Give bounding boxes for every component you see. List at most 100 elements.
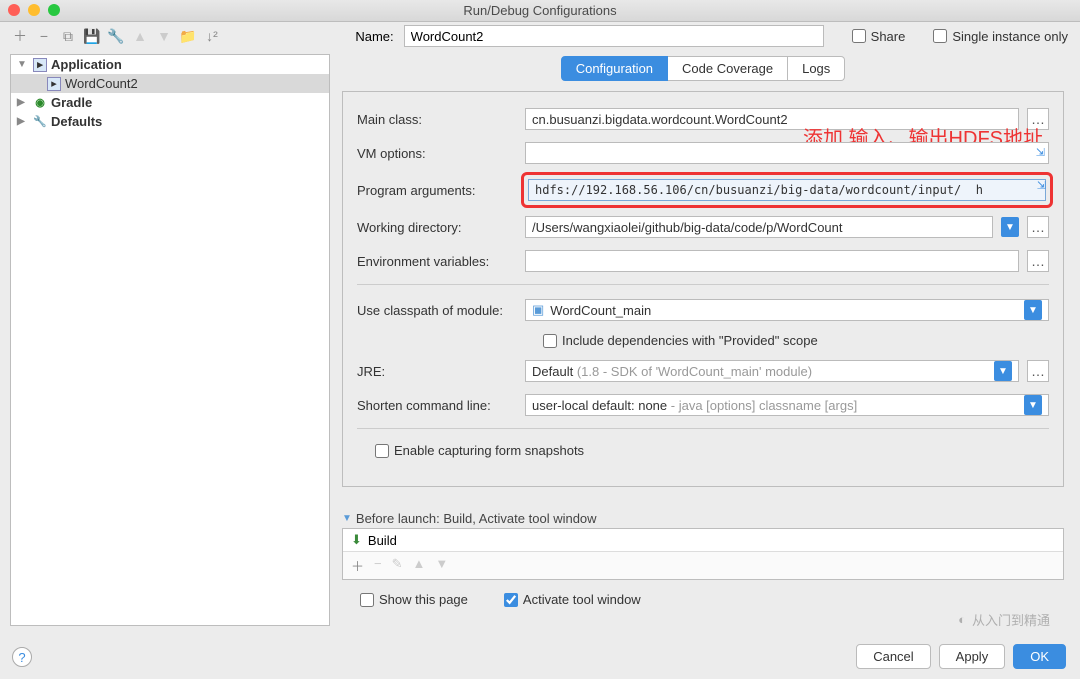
- chevron-right-icon: ▶: [17, 97, 29, 108]
- down-icon[interactable]: ▼: [156, 28, 172, 44]
- include-provided-input[interactable]: [543, 334, 557, 348]
- env-vars-input[interactable]: [525, 250, 1019, 272]
- titlebar: Run/Debug Configurations: [0, 0, 1080, 22]
- edit-icon[interactable]: ✎: [392, 556, 403, 575]
- tab-configuration[interactable]: Configuration: [561, 56, 668, 81]
- app-icon: ▸: [47, 77, 61, 91]
- traffic-lights: [8, 4, 60, 16]
- before-launch-section: ▼ Before launch: Build, Activate tool wi…: [342, 511, 1064, 607]
- jre-select[interactable]: Default (1.8 - SDK of 'WordCount_main' m…: [525, 360, 1019, 382]
- module-icon: ▣: [532, 302, 544, 318]
- save-icon[interactable]: 💾: [84, 28, 100, 44]
- dropdown-icon[interactable]: ▼: [994, 361, 1012, 381]
- browse-button[interactable]: …: [1027, 108, 1049, 130]
- jre-label: JRE:: [357, 364, 517, 379]
- enable-snapshots-input[interactable]: [375, 444, 389, 458]
- before-launch-list[interactable]: ⬇︎ Build ＋ − ✎ ▲ ▼: [342, 528, 1064, 580]
- shorten-select[interactable]: user-local default: none - java [options…: [525, 394, 1049, 416]
- apply-button[interactable]: Apply: [939, 644, 1006, 669]
- show-page-checkbox[interactable]: Show this page: [360, 592, 468, 607]
- app-icon: ▸: [33, 58, 47, 72]
- list-item[interactable]: ⬇︎ Build: [343, 529, 1063, 551]
- jre-hint: (1.8 - SDK of 'WordCount_main' module): [577, 364, 812, 379]
- vm-options-input[interactable]: [525, 142, 1049, 164]
- tree-item-wordcount2[interactable]: ▸ WordCount2: [11, 74, 329, 93]
- tabs: Configuration Code Coverage Logs: [342, 56, 1064, 81]
- shorten-label: Shorten command line:: [357, 398, 517, 413]
- name-input[interactable]: [404, 25, 824, 47]
- jre-value: Default: [532, 364, 573, 379]
- up-icon[interactable]: ▲: [413, 556, 426, 575]
- dropdown-icon[interactable]: ▼: [1024, 300, 1042, 320]
- tab-code-coverage[interactable]: Code Coverage: [668, 56, 788, 81]
- single-instance-checkbox-input[interactable]: [933, 29, 947, 43]
- ok-button[interactable]: OK: [1013, 644, 1066, 669]
- share-checkbox[interactable]: Share: [852, 29, 906, 44]
- expand-icon[interactable]: ⇲: [1037, 179, 1046, 192]
- working-dir-input[interactable]: [525, 216, 993, 238]
- wrench-icon[interactable]: 🔧: [108, 28, 124, 44]
- env-vars-label: Environment variables:: [357, 254, 517, 269]
- vm-options-label: VM options:: [357, 146, 517, 161]
- activate-tool-checkbox[interactable]: Activate tool window: [504, 592, 641, 607]
- config-panel: 添加 输入、输出HDFS地址 Main class: … VM options:…: [342, 91, 1064, 487]
- tree-item-defaults[interactable]: ▶ 🔧 Defaults: [11, 112, 329, 131]
- tree-item-gradle[interactable]: ▶ ◉ Gradle: [11, 93, 329, 112]
- include-provided-checkbox[interactable]: Include dependencies with "Provided" sco…: [543, 333, 818, 348]
- program-args-highlight: ⇲: [521, 172, 1053, 208]
- tab-logs[interactable]: Logs: [788, 56, 845, 81]
- classpath-select[interactable]: ▣ WordCount_main ▼: [525, 299, 1049, 321]
- config-tree[interactable]: ▼ ▸ Application ▸ WordCount2 ▶ ◉ Gradle …: [10, 54, 330, 626]
- chevron-down-icon: ▼: [17, 59, 29, 70]
- copy-icon[interactable]: ⧉: [60, 28, 76, 44]
- chevron-down-icon: ▼: [342, 513, 352, 524]
- remove-icon[interactable]: −: [374, 556, 382, 575]
- program-args-input[interactable]: [528, 179, 1046, 201]
- add-icon[interactable]: ＋: [12, 28, 28, 44]
- browse-button[interactable]: …: [1027, 216, 1049, 238]
- activate-tool-input[interactable]: [504, 593, 518, 607]
- minimize-icon[interactable]: [28, 4, 40, 16]
- build-label: Build: [368, 533, 397, 548]
- before-launch-header[interactable]: ▼ Before launch: Build, Activate tool wi…: [342, 511, 1064, 526]
- close-icon[interactable]: [8, 4, 20, 16]
- up-icon[interactable]: ▲: [132, 28, 148, 44]
- show-page-label: Show this page: [379, 592, 468, 607]
- add-icon[interactable]: ＋: [351, 556, 364, 575]
- build-icon: ⬇︎: [351, 532, 362, 548]
- enable-snapshots-checkbox[interactable]: Enable capturing form snapshots: [375, 443, 584, 458]
- tree-label: Gradle: [51, 95, 92, 110]
- down-icon[interactable]: ▼: [435, 556, 448, 575]
- expand-icon[interactable]: ⇲: [1036, 146, 1045, 159]
- share-checkbox-input[interactable]: [852, 29, 866, 43]
- folder-icon[interactable]: 📁: [180, 28, 196, 44]
- before-launch-toolbar: ＋ − ✎ ▲ ▼: [343, 551, 1063, 579]
- shorten-value: user-local default: none: [532, 398, 667, 413]
- tree-item-application[interactable]: ▼ ▸ Application: [11, 55, 329, 74]
- dropdown-icon[interactable]: ▼: [1001, 217, 1019, 237]
- enable-snapshots-label: Enable capturing form snapshots: [394, 443, 584, 458]
- separator: [357, 428, 1049, 429]
- footer-buttons: Cancel Apply OK: [856, 644, 1066, 669]
- sort-icon[interactable]: ↓²: [204, 28, 220, 44]
- single-instance-checkbox[interactable]: Single instance only: [933, 29, 1068, 44]
- shorten-hint: - java [options] classname [args]: [671, 398, 857, 413]
- tree-label: Application: [51, 57, 122, 72]
- cancel-button[interactable]: Cancel: [856, 644, 930, 669]
- top-toolbar: ＋ − ⧉ 💾 🔧 ▲ ▼ 📁 ↓² Name: Share Single in…: [0, 22, 1080, 50]
- remove-icon[interactable]: −: [36, 28, 52, 44]
- show-page-input[interactable]: [360, 593, 374, 607]
- browse-button[interactable]: …: [1027, 360, 1049, 382]
- tree-label: Defaults: [51, 114, 102, 129]
- defaults-icon: 🔧: [33, 115, 47, 129]
- window-title: Run/Debug Configurations: [463, 3, 616, 18]
- classpath-value: WordCount_main: [550, 303, 651, 318]
- share-label: Share: [871, 29, 906, 44]
- tree-label: WordCount2: [65, 76, 138, 91]
- help-button[interactable]: ?: [12, 647, 32, 667]
- dropdown-icon[interactable]: ▼: [1024, 395, 1042, 415]
- maximize-icon[interactable]: [48, 4, 60, 16]
- main-class-input[interactable]: [525, 108, 1019, 130]
- browse-button[interactable]: …: [1027, 250, 1049, 272]
- single-instance-label: Single instance only: [952, 29, 1068, 44]
